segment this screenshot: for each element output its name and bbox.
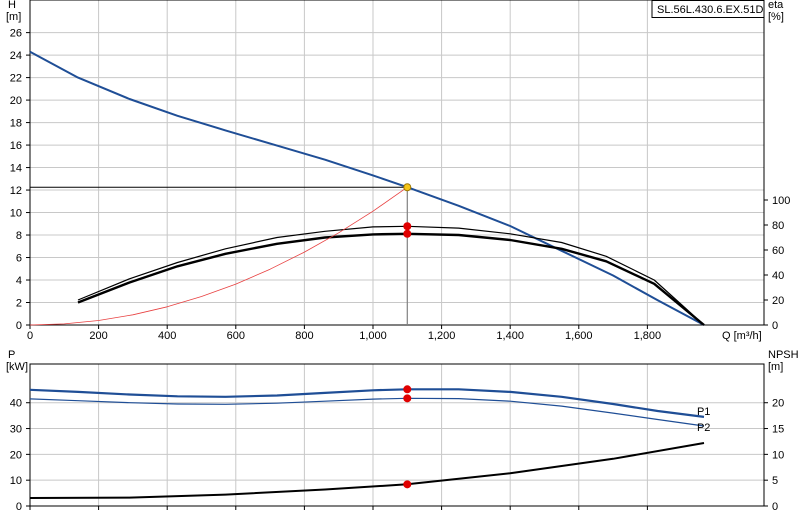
- y-tick-label-left: 20: [10, 95, 22, 107]
- y-tick-label-left: 40: [10, 398, 22, 410]
- duty-point: [403, 229, 412, 238]
- y-tick-label-left: 30: [10, 424, 22, 436]
- y-tick-label-left: 2: [16, 298, 22, 310]
- y-tick-label-right: 15: [772, 424, 784, 436]
- y-axis-title-right: NPSH: [768, 349, 799, 361]
- y-tick-label-left: 4: [16, 275, 22, 287]
- y-tick-label-right: 100: [772, 195, 790, 207]
- x-tick-label: 400: [158, 330, 176, 342]
- x-tick-label: 600: [227, 330, 245, 342]
- y-tick-label-left: 24: [10, 50, 22, 62]
- x-tick-label: 1,000: [359, 330, 387, 342]
- x-tick-label: 1,400: [496, 330, 524, 342]
- duty-point: [403, 222, 412, 231]
- head-efficiency-panel: 02468101214161820222426020406080100H[m]e…: [6, 0, 790, 342]
- y-tick-label-right: 0: [772, 320, 778, 332]
- y-axis-title-right: eta: [768, 0, 784, 11]
- y-axis-title-left: P: [8, 349, 15, 361]
- y-tick-label-right: 0: [772, 501, 778, 513]
- duty-point: [403, 385, 412, 394]
- y-tick-label-left: 10: [10, 208, 22, 220]
- y-tick-label-right: 80: [772, 220, 784, 232]
- y-axis-unit-right: [m]: [768, 361, 783, 373]
- x-tick-label: 800: [295, 330, 313, 342]
- y-axis-title-left: H: [8, 0, 16, 11]
- power-npsh-panel: 0 10 20 30 40 0 5 10 15 20 P[kW] NPSH[m] P1 P2: [6, 349, 799, 513]
- y-tick-label-right: 40: [772, 270, 784, 282]
- y-axis-unit-left: [m]: [6, 11, 21, 23]
- y-tick-label-right: 20: [772, 295, 784, 307]
- duty-point: [403, 394, 412, 403]
- y-tick-label-left: 18: [10, 118, 22, 130]
- y-tick-label-left: 0: [16, 320, 22, 332]
- plot-area: [30, 0, 764, 325]
- duty-point: [403, 183, 412, 192]
- y-tick-label-left: 10: [10, 475, 22, 487]
- duty-point: [403, 480, 412, 489]
- x-tick-label: 1,600: [565, 330, 593, 342]
- y-tick-label-left: 8: [16, 230, 22, 242]
- y-tick-label-right: 60: [772, 245, 784, 257]
- pump-performance-chart: 02468101214161820222426020406080100H[m]e…: [6, 0, 799, 513]
- y-tick-label-right: 5: [772, 475, 778, 487]
- y-tick-label-left: 0: [16, 501, 22, 513]
- y-tick-label-left: 20: [10, 449, 22, 461]
- x-tick-label: 0: [27, 330, 33, 342]
- x-tick-label: 1,800: [634, 330, 662, 342]
- model-legend-label: SL.56L.430.6.EX.51D: [657, 4, 763, 16]
- y-tick-label-left: 12: [10, 185, 22, 197]
- y-tick-label-right: 20: [772, 398, 784, 410]
- y-tick-label-left: 16: [10, 140, 22, 152]
- series-label-p1: P1: [697, 406, 710, 418]
- y-tick-label-right: 10: [772, 449, 784, 461]
- model-legend: SL.56L.430.6.EX.51D: [651, 0, 765, 18]
- y-tick-label-left: 26: [10, 28, 22, 40]
- x-tick-label: 1,200: [428, 330, 456, 342]
- y-tick-label-left: 14: [10, 163, 22, 175]
- x-axis-title: Q [m³/h]: [722, 330, 762, 342]
- y-tick-label-left: 6: [16, 253, 22, 265]
- y-axis-unit-right: [%]: [768, 11, 784, 23]
- y-axis-unit-left: [kW]: [6, 361, 28, 373]
- y-tick-label-left: 22: [10, 73, 22, 85]
- series-label-p2: P2: [697, 422, 710, 434]
- x-tick-label: 200: [89, 330, 107, 342]
